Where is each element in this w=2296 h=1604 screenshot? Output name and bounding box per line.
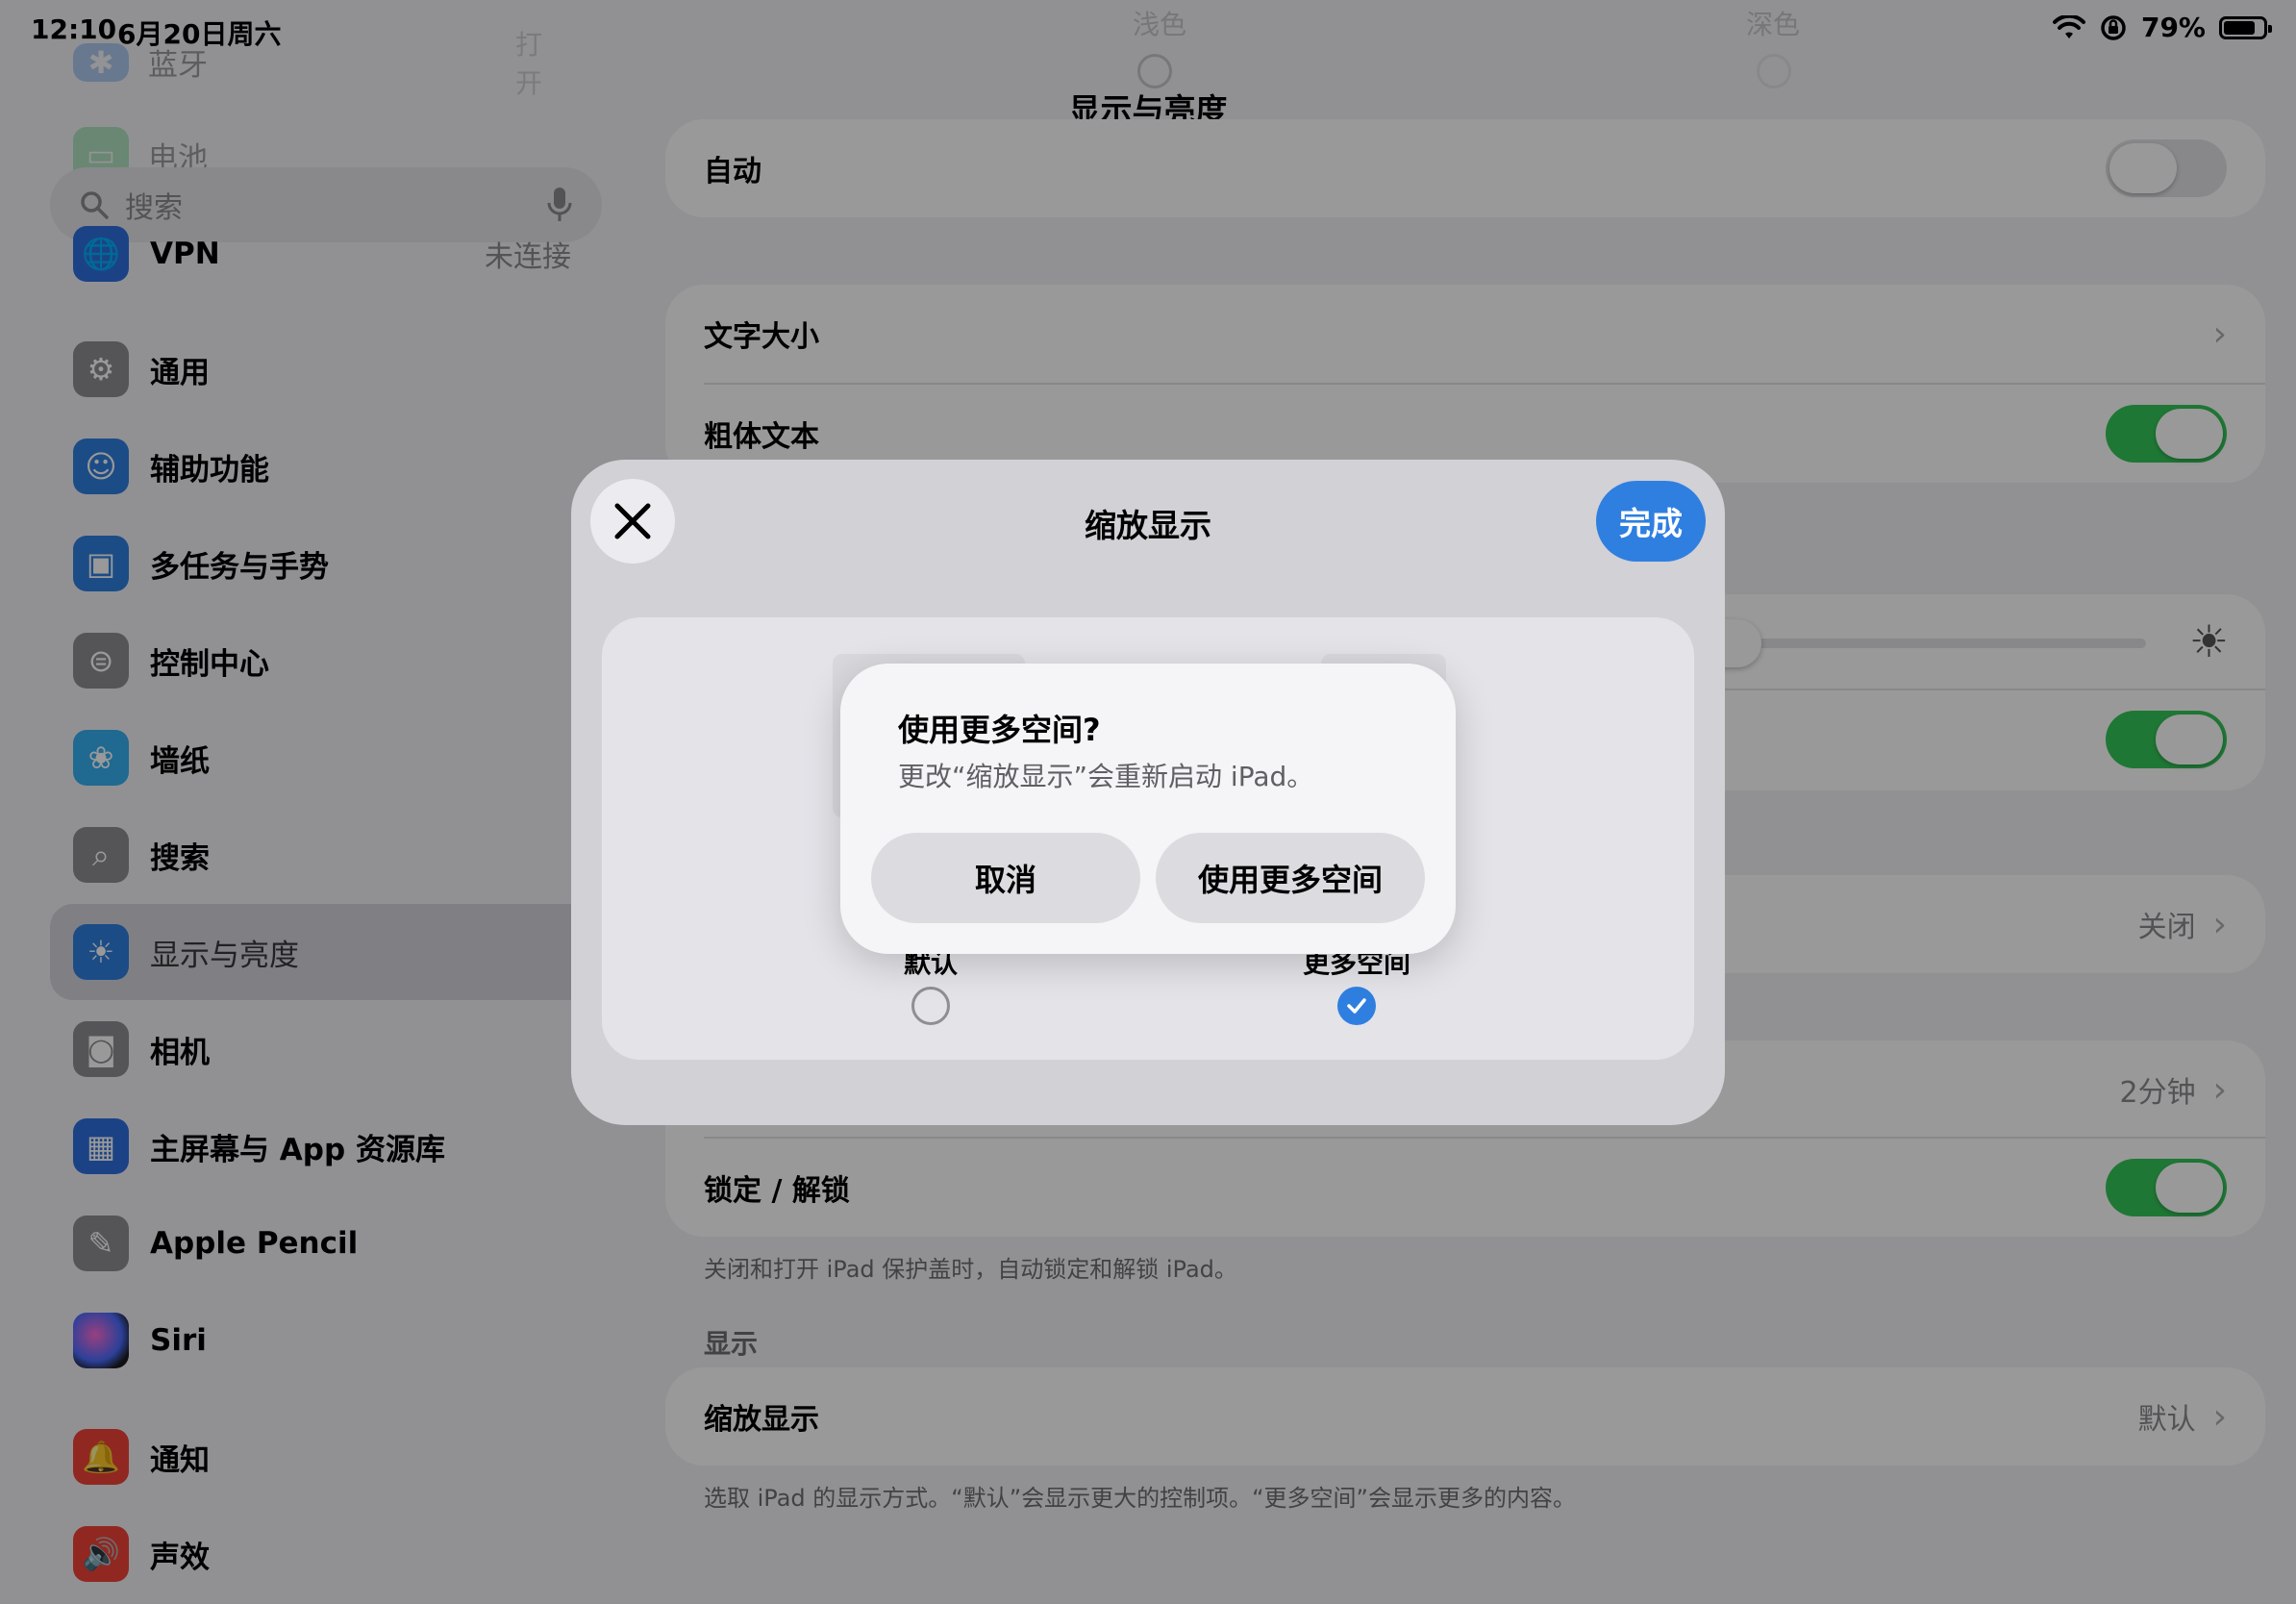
cancel-button[interactable]: 取消 (871, 833, 1140, 923)
orientation-lock-icon (2101, 14, 2126, 40)
more-space-alert: 使用更多空间? 更改“缩放显示”会重新启动 iPad。 取消 使用更多空间 (840, 664, 1456, 954)
alert-title: 使用更多空间? (898, 712, 1101, 748)
status-date: 6月20日周六 (117, 18, 282, 50)
battery-percent: 79% (2140, 12, 2206, 43)
checkmark-icon (1347, 998, 1366, 1014)
battery-icon (2219, 15, 2272, 39)
status-bar: 12:10 6月20日周六 79% (0, 0, 2296, 62)
use-more-space-button[interactable]: 使用更多空间 (1156, 833, 1425, 923)
sheet-title: 缩放显示 (1085, 507, 1211, 544)
option-default-radio[interactable] (911, 987, 950, 1025)
battery-fill (2224, 20, 2255, 35)
wifi-icon (2052, 14, 2085, 38)
option-more-space-radio[interactable] (1337, 987, 1376, 1025)
status-right: 79% (2052, 12, 2272, 43)
done-button[interactable]: 完成 (1596, 481, 1706, 562)
alert-message: 更改“缩放显示”会重新启动 iPad。 (898, 761, 1314, 792)
status-time: 12:10 (31, 13, 117, 45)
